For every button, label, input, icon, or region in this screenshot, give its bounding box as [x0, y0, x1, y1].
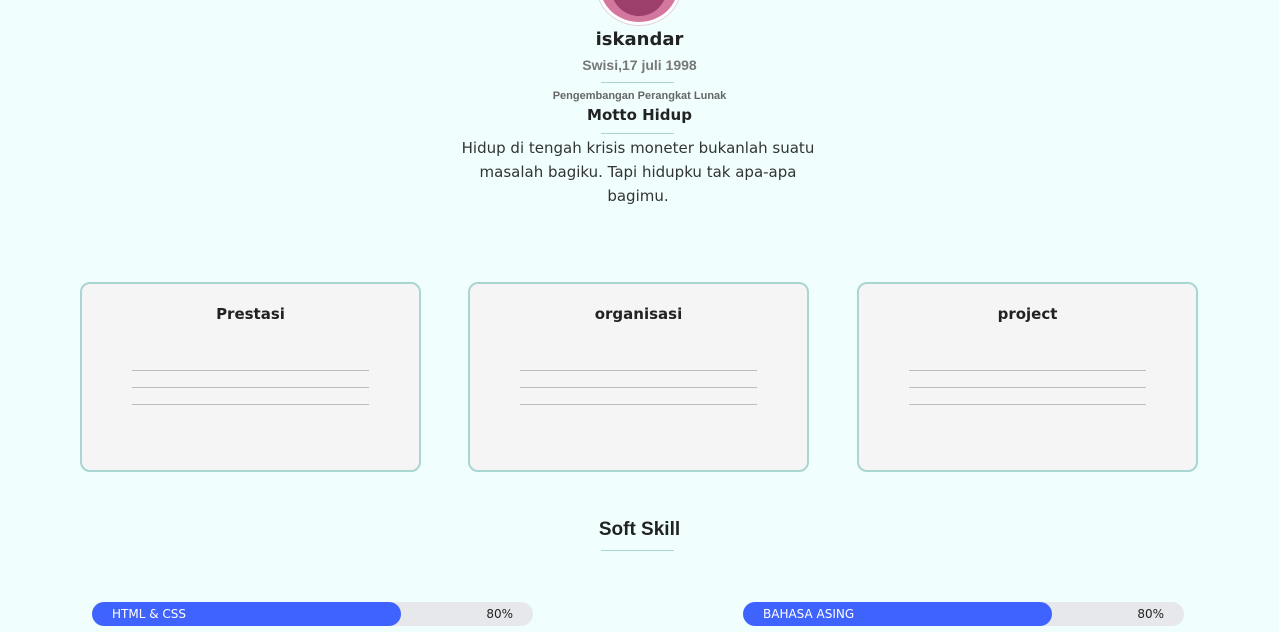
card-line	[909, 387, 1146, 388]
profile-job: Pengembangan Perangkat Lunak	[552, 90, 727, 102]
skill-value: 80%	[1137, 607, 1164, 621]
soft-skill-title: Soft Skill	[598, 519, 681, 540]
card-title: organisasi	[594, 305, 683, 323]
card-line	[520, 387, 757, 388]
divider	[601, 82, 674, 83]
motto-title: Motto Hidup	[587, 106, 692, 124]
avatar	[596, 0, 682, 26]
skill-label: BAHASA ASING	[763, 607, 855, 621]
card-line	[132, 370, 369, 371]
divider	[601, 133, 674, 134]
divider	[601, 550, 674, 551]
skill-bar-bahasa-asing: BAHASA ASING 80%	[743, 602, 1184, 626]
profile-page: iskandar Swisi,17 juli 1998 Pengembangan…	[0, 0, 1279, 632]
avatar-shape	[611, 0, 667, 16]
card-line	[909, 370, 1146, 371]
skill-label: HTML & CSS	[112, 607, 186, 621]
card-line	[909, 404, 1146, 405]
card-organisasi[interactable]: organisasi	[468, 282, 809, 472]
card-title: project	[997, 305, 1058, 323]
card-project[interactable]: project	[857, 282, 1198, 472]
card-line	[520, 370, 757, 371]
card-line	[132, 387, 369, 388]
skill-bar-html-css: HTML & CSS 80%	[92, 602, 533, 626]
avatar-image	[600, 0, 678, 22]
card-line	[132, 404, 369, 405]
profile-name: iskandar	[595, 29, 684, 50]
card-title: Prestasi	[216, 305, 285, 323]
profile-birth: Swisi,17 juli 1998	[582, 57, 697, 73]
skill-value: 80%	[486, 607, 513, 621]
card-line	[520, 404, 757, 405]
motto-text: Hidup di tengah krisis moneter bukanlah …	[461, 139, 815, 205]
card-prestasi[interactable]: Prestasi	[80, 282, 421, 472]
